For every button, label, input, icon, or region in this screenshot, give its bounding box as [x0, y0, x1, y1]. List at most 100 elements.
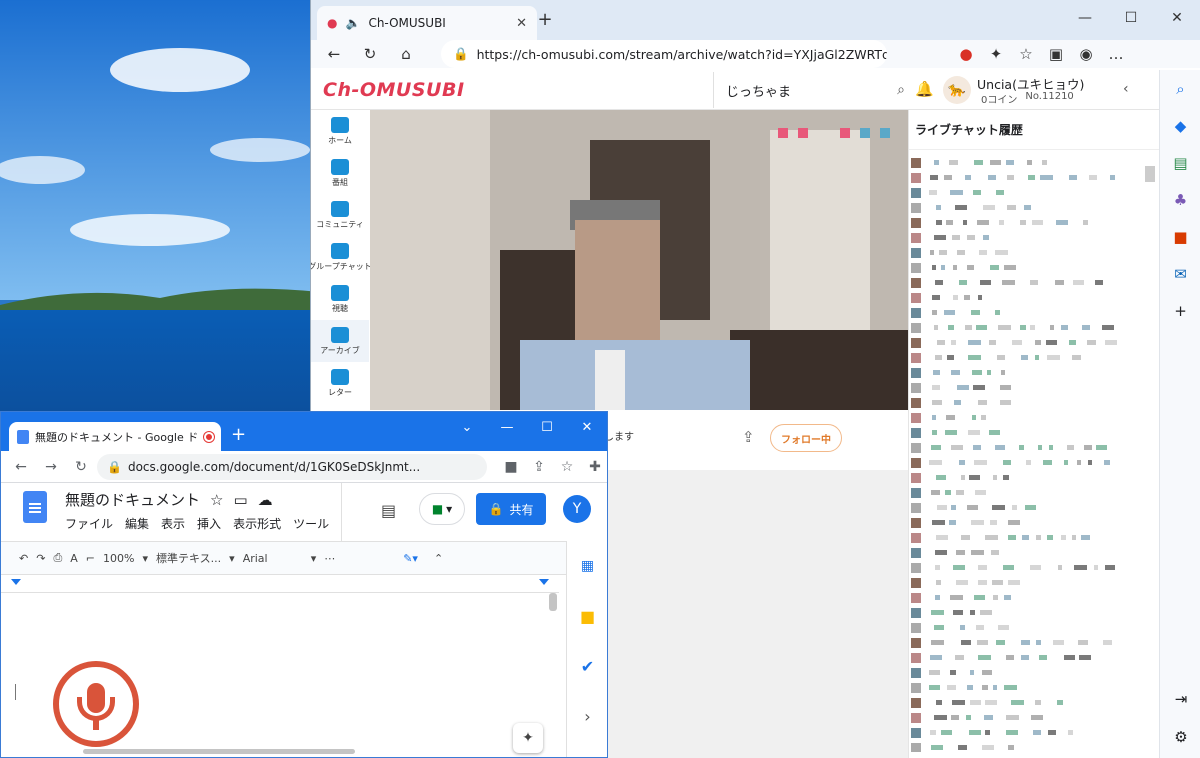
- edge-tab-omusubi[interactable]: ● 🔈 Ch-OMUSUBI ✕: [317, 6, 537, 40]
- user-avatar[interactable]: 🐆: [943, 76, 971, 104]
- move-folder-icon[interactable]: ▭: [233, 491, 247, 509]
- menu-view[interactable]: 表示: [161, 515, 185, 532]
- new-tab-button[interactable]: +: [231, 424, 246, 445]
- voice-typing-mic-icon[interactable]: [53, 661, 139, 747]
- forward-icon[interactable]: →: [37, 453, 65, 481]
- doc-scrollbar-thumb[interactable]: [549, 593, 557, 611]
- video-caption-text: します: [604, 432, 634, 443]
- undo-icon[interactable]: ↶: [19, 552, 28, 565]
- site-search-input[interactable]: じっちゃま ⌕: [713, 72, 911, 108]
- document-title[interactable]: 無題のドキュメント: [65, 489, 200, 510]
- outlook-icon[interactable]: ✉: [1160, 255, 1200, 292]
- chat-text-blur: [932, 265, 936, 270]
- tools-icon[interactable]: ▤: [1160, 144, 1200, 181]
- maximize-icon[interactable]: ☐: [527, 412, 567, 442]
- chevron-down-icon: ▾: [310, 551, 317, 565]
- new-tab-button[interactable]: +: [533, 9, 557, 30]
- horizontal-scrollbar[interactable]: [83, 749, 355, 754]
- menu-tools[interactable]: ツール: [293, 515, 329, 532]
- collections-icon[interactable]: ▣: [1041, 40, 1071, 68]
- menu-insert[interactable]: 挿入: [197, 515, 221, 532]
- chat-text-blur: [1055, 280, 1064, 285]
- nav-item-programs[interactable]: 番組: [311, 152, 369, 194]
- minimize-icon[interactable]: —: [487, 412, 527, 442]
- nav-item-watch[interactable]: 視聴: [311, 278, 369, 320]
- tab-search-chevron-icon[interactable]: ⌄: [447, 412, 487, 442]
- close-tab-icon[interactable]: ✕: [220, 430, 221, 443]
- collapse-menus-icon[interactable]: ⌃: [434, 552, 443, 565]
- chrome-address-bar[interactable]: 🔒 docs.google.com/document/d/1GK0SeDSkJn…: [97, 454, 487, 480]
- games-icon[interactable]: ♣: [1160, 181, 1200, 218]
- comment-icon[interactable]: ▤: [381, 501, 396, 520]
- bookmark-star-icon[interactable]: ☆: [553, 453, 581, 481]
- edge-address-bar[interactable]: 🔒 https://ch-omusubi.com/stream/archive/…: [441, 40, 887, 68]
- redo-icon[interactable]: ↷: [36, 552, 45, 565]
- paint-format-icon[interactable]: ⌐: [86, 552, 95, 565]
- profile-icon[interactable]: ◉: [1071, 40, 1101, 68]
- settings-icon[interactable]: ⚙: [1160, 718, 1200, 755]
- font-select[interactable]: Arial: [243, 552, 303, 565]
- docs-avatar[interactable]: Y: [563, 495, 591, 523]
- chat-text-blur: [1088, 460, 1092, 465]
- chat-scroll-thumb[interactable]: [1145, 166, 1155, 182]
- nav-item-archive[interactable]: アーカイブ: [311, 320, 369, 362]
- close-tab-icon[interactable]: ✕: [516, 16, 527, 31]
- camera-icon[interactable]: ■: [497, 453, 525, 481]
- close-window-icon[interactable]: ✕: [1154, 0, 1200, 36]
- video-player[interactable]: [370, 110, 908, 410]
- nav-item-letter[interactable]: レター: [311, 362, 369, 404]
- site-logo[interactable]: Ch-OMUSUBI: [323, 79, 465, 101]
- chat-scrollbar[interactable]: [1145, 152, 1155, 752]
- office-icon[interactable]: ■: [1160, 218, 1200, 255]
- bell-icon[interactable]: 🔔: [915, 80, 934, 98]
- nav-item-group-chat[interactable]: グループチャット: [311, 236, 372, 278]
- spellcheck-icon[interactable]: A: [70, 552, 78, 565]
- add-icon[interactable]: +: [1160, 292, 1200, 329]
- docs-logo-icon[interactable]: [23, 491, 47, 523]
- nav-item-home[interactable]: ホーム: [311, 110, 369, 152]
- follow-button[interactable]: フォロー中: [770, 424, 842, 452]
- zoom-select[interactable]: 100%: [103, 552, 134, 565]
- minimize-icon[interactable]: —: [1062, 0, 1108, 36]
- shopping-tag-icon[interactable]: ◆: [1160, 107, 1200, 144]
- extensions-puzzle-icon[interactable]: ✚: [581, 453, 607, 481]
- menu-format[interactable]: 表示形式: [233, 515, 281, 532]
- chevron-left-icon[interactable]: ‹: [1123, 81, 1129, 97]
- more-tools-icon[interactable]: ⋯: [324, 552, 335, 565]
- meet-button[interactable]: ■ ▾: [419, 493, 465, 525]
- share-icon[interactable]: ⇪: [742, 428, 755, 446]
- star-icon[interactable]: ☆: [210, 491, 223, 509]
- menu-file[interactable]: ファイル: [65, 515, 113, 532]
- menu-edit[interactable]: 編集: [125, 515, 149, 532]
- print-icon[interactable]: ⎙: [53, 551, 62, 565]
- chrome-tab-docs[interactable]: 無題のドキュメント - Google ド ✕: [9, 422, 221, 451]
- share-button[interactable]: 🔒 共有: [476, 493, 546, 525]
- sidebar-toggle-icon[interactable]: ⇥: [1160, 680, 1200, 717]
- extensions-icon[interactable]: ✦: [981, 40, 1011, 68]
- back-icon[interactable]: ←: [7, 453, 35, 481]
- search-icon[interactable]: ⌕: [1160, 70, 1200, 107]
- expand-panel-chevron-icon[interactable]: ›: [567, 691, 607, 741]
- refresh-icon[interactable]: ↻: [67, 453, 95, 481]
- extension-red-icon[interactable]: ●: [951, 40, 981, 68]
- calendar-icon[interactable]: ▦: [567, 541, 607, 591]
- keep-icon[interactable]: ■: [567, 591, 607, 641]
- maximize-icon[interactable]: ☐: [1108, 0, 1154, 36]
- refresh-icon[interactable]: ↻: [355, 40, 385, 68]
- explore-icon[interactable]: ✦: [513, 723, 543, 753]
- favorites-icon[interactable]: ☆: [1011, 40, 1041, 68]
- speaker-icon[interactable]: 🔈: [345, 16, 360, 30]
- back-icon[interactable]: ←: [319, 40, 349, 68]
- nav-item-community[interactable]: コミュニティ: [311, 194, 369, 236]
- search-icon[interactable]: ⌕: [897, 82, 905, 98]
- style-select[interactable]: 標準テキス...: [156, 550, 221, 566]
- share-icon[interactable]: ⇪: [525, 453, 553, 481]
- tasks-icon[interactable]: ✔: [567, 641, 607, 691]
- home-icon[interactable]: ⌂: [391, 40, 421, 68]
- chat-text-blur: [931, 490, 940, 495]
- close-window-icon[interactable]: ✕: [567, 412, 607, 442]
- editing-mode-icon[interactable]: ✎▾: [403, 552, 418, 565]
- more-menu-icon[interactable]: …: [1101, 40, 1131, 68]
- cloud-status-icon[interactable]: ☁: [258, 491, 273, 509]
- chat-text-blur: [982, 670, 992, 675]
